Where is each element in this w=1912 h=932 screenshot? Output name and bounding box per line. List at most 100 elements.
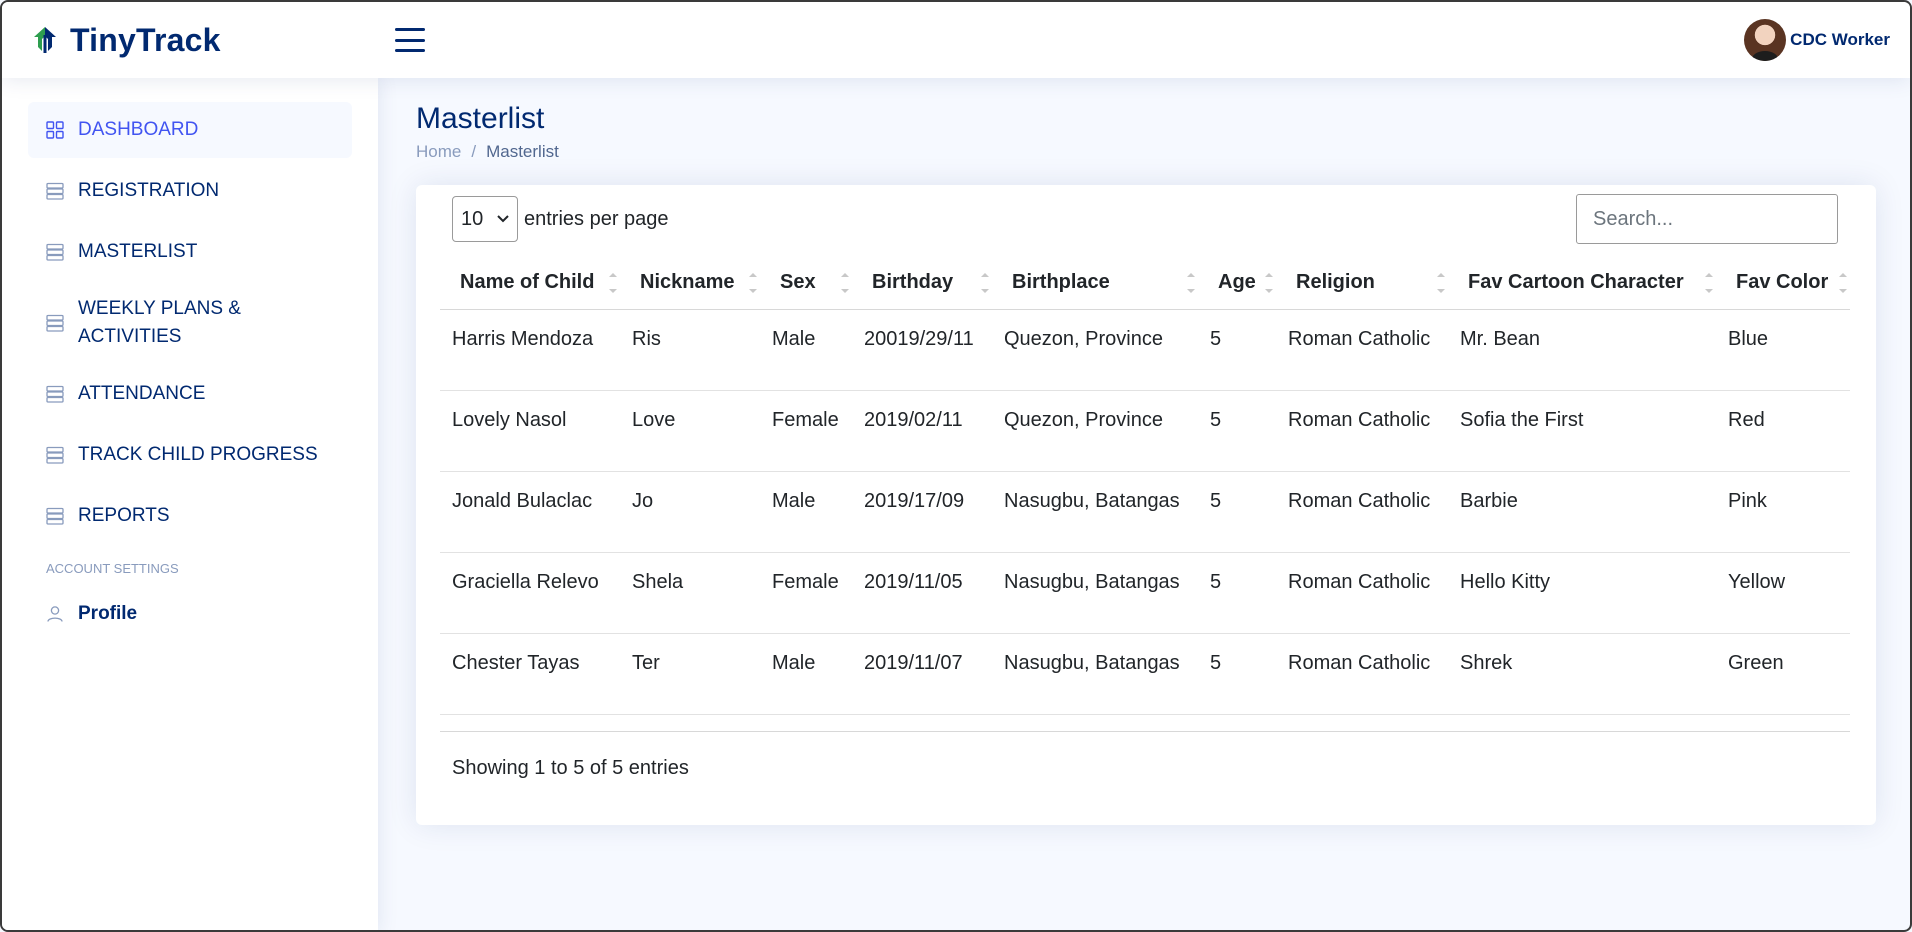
breadcrumb-current: Masterlist <box>486 142 559 161</box>
per-page-value: 10 <box>461 207 484 230</box>
column-header[interactable]: Name of Child <box>440 257 620 310</box>
sort-arrows-icon <box>749 273 757 293</box>
logo[interactable]: TinyTrack <box>30 20 221 60</box>
column-header[interactable]: Birthplace <box>992 257 1198 310</box>
column-header-label: Nickname <box>640 271 735 294</box>
table-cell: Nasugbu, Batangas <box>992 471 1198 553</box>
avatar <box>1744 19 1787 61</box>
table-header-row: Name of Child Nickname Sex Birthday Birthpla… <box>440 257 1850 310</box>
table-footer-divider <box>440 731 1850 732</box>
table-controls: 10 entries per page <box>452 194 1838 244</box>
column-header-label: Fav Color <box>1736 271 1829 294</box>
sidebar-item-profile[interactable]: Profile <box>28 586 352 642</box>
sidebar-item-masterlist[interactable]: MASTERLIST <box>28 224 352 280</box>
sidebar-item-dashboard[interactable]: DASHBOARD <box>28 102 352 158</box>
table-cell: Male <box>760 471 852 553</box>
table-cell: Quezon, Province <box>992 309 1198 391</box>
sort-arrows-icon <box>841 273 849 293</box>
table-cell: Lovely Nasol <box>440 390 620 472</box>
sort-arrows-icon <box>981 273 989 293</box>
column-header[interactable]: Nickname <box>620 257 760 310</box>
table-cell: Roman Catholic <box>1276 633 1448 715</box>
column-header[interactable]: Sex <box>760 257 852 310</box>
sidebar-item-track-child-progress[interactable]: TRACK CHILD PROGRESS <box>28 427 352 483</box>
table-cell: Hello Kitty <box>1448 552 1716 634</box>
stacked-list-icon <box>46 507 64 525</box>
table-cell: Ris <box>620 309 760 391</box>
table-cell: Roman Catholic <box>1276 552 1448 634</box>
column-header-label: Name of Child <box>460 271 595 294</box>
sidebar-item-label: Profile <box>78 603 138 624</box>
table-cell: 2019/02/11 <box>852 390 992 472</box>
table-cell: Female <box>760 552 852 634</box>
table-cell: Love <box>620 390 760 472</box>
app-name: TinyTrack <box>70 21 221 58</box>
per-page-label: entries per page <box>524 207 669 230</box>
table-cell: Ter <box>620 633 760 715</box>
table-info: Showing 1 to 5 of 5 entries <box>452 757 689 779</box>
breadcrumb-home-link[interactable]: Home <box>416 142 461 162</box>
sidebar-item-reports[interactable]: REPORTS <box>28 488 352 544</box>
sidebar: DASHBOARD REGISTRATION MASTERLIST WEEKLY… <box>2 78 378 930</box>
table-cell: Roman Catholic <box>1276 471 1448 553</box>
stacked-list-icon <box>46 446 64 464</box>
table-cell: 2019/11/07 <box>852 633 992 715</box>
stacked-list-icon <box>46 243 64 261</box>
per-page-select[interactable]: 10 <box>452 196 518 242</box>
table-cell: Roman Catholic <box>1276 390 1448 472</box>
sidebar-item-label: MASTERLIST <box>78 241 198 262</box>
table-cell: Mr. Bean <box>1448 309 1716 391</box>
table-cell: 5 <box>1198 390 1276 472</box>
column-header-label: Religion <box>1296 271 1375 294</box>
per-page-control: 10 entries per page <box>452 196 669 242</box>
sort-arrows-icon <box>1265 273 1273 293</box>
table-cell: Jo <box>620 471 760 553</box>
stacked-list-icon <box>46 182 64 200</box>
table-cell: Nasugbu, Batangas <box>992 633 1198 715</box>
table-body: Harris Mendoza Ris Male 20019/29/11 Quezon, … <box>440 309 1850 715</box>
user-profile-menu[interactable]: CDC Worker <box>1744 18 1890 62</box>
table-cell: Sofia the First <box>1448 390 1716 472</box>
table-cell: Male <box>760 309 852 391</box>
table-cell: 5 <box>1198 552 1276 634</box>
column-header-label: Sex <box>780 271 816 294</box>
column-header[interactable]: Fav Cartoon Character <box>1448 257 1716 310</box>
sidebar-item-weekly-plans[interactable]: WEEKLY PLANS & ACTIVITIES <box>28 285 352 361</box>
sidebar-item-attendance[interactable]: ATTENDANCE <box>28 366 352 422</box>
sidebar-item-label: ATTENDANCE <box>78 383 206 404</box>
column-header-label: Fav Cartoon Character <box>1468 271 1684 294</box>
column-header-label: Birthday <box>872 271 954 294</box>
hamburger-menu-icon-bar <box>395 38 425 42</box>
table-cell: Shela <box>620 552 760 634</box>
grid-icon <box>46 121 64 139</box>
table-cell: 20019/29/11 <box>852 309 992 391</box>
chevron-down-icon <box>497 215 509 223</box>
sidebar-item-registration[interactable]: REGISTRATION <box>28 163 352 219</box>
table-cell: Red <box>1716 390 1850 472</box>
table-cell: Jonald Bulaclac <box>440 471 620 553</box>
column-header-label: Birthplace <box>1012 271 1110 294</box>
column-header[interactable]: Age <box>1198 257 1276 310</box>
table-cell: Barbie <box>1448 471 1716 553</box>
sort-arrows-icon <box>1187 273 1195 293</box>
sidebar-item-label: WEEKLY PLANS & ACTIVITIES <box>78 298 241 347</box>
sidebar-item-label: REGISTRATION <box>78 180 220 201</box>
search-input[interactable] <box>1576 194 1838 244</box>
table-cell: 5 <box>1198 309 1276 391</box>
table-row: Jonald Bulaclac Jo Male 2019/17/09 Nasugbu, … <box>440 471 1850 553</box>
column-header[interactable]: Religion <box>1276 257 1448 310</box>
stacked-list-icon <box>46 314 64 332</box>
table-cell: Nasugbu, Batangas <box>992 552 1198 634</box>
hamburger-menu-icon-bar <box>395 49 425 52</box>
sidebar-toggle-button[interactable] <box>392 24 428 56</box>
hamburger-menu-icon-bar <box>395 28 425 31</box>
person-icon <box>47 606 63 622</box>
main-content: Masterlist Home / Masterlist 10 entries … <box>378 78 1910 930</box>
column-header[interactable]: Birthday <box>852 257 992 310</box>
breadcrumb: Home / Masterlist <box>416 142 1874 162</box>
table-row: Lovely Nasol Love Female 2019/02/11 Quezon, … <box>440 390 1850 472</box>
sidebar-item-label: DASHBOARD <box>78 119 199 140</box>
account-settings-heading: ACCOUNT SETTINGS <box>46 561 179 576</box>
table-cell: Male <box>760 633 852 715</box>
column-header[interactable]: Fav Color <box>1716 257 1850 310</box>
